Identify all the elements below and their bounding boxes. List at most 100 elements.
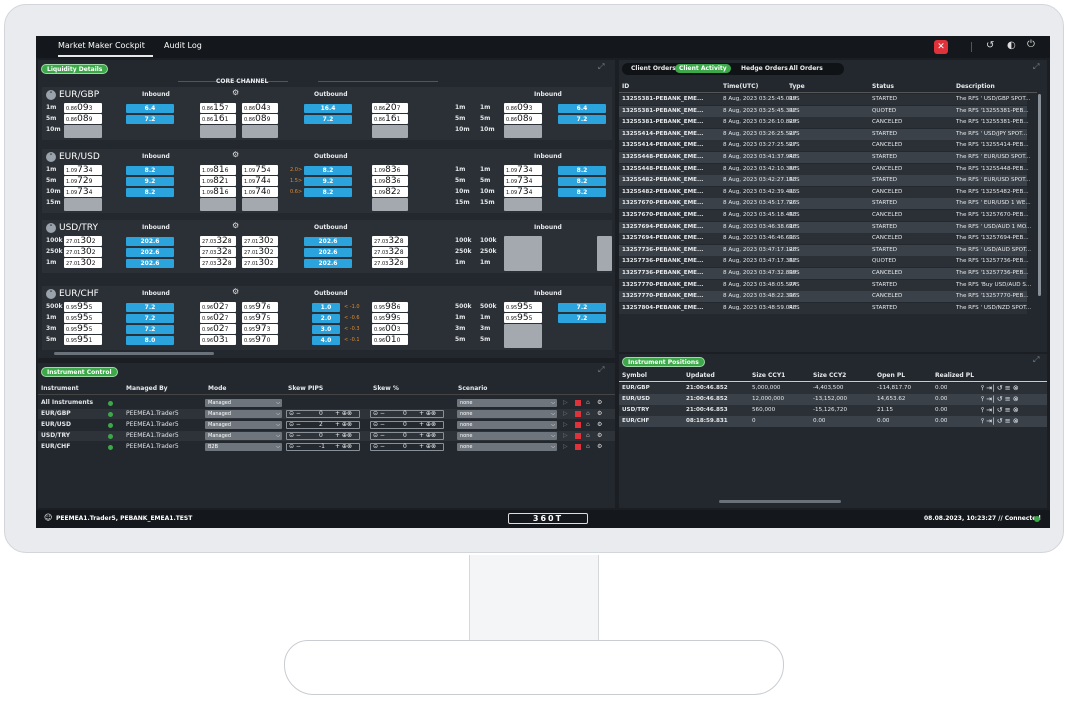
stop-icon[interactable] [575, 444, 581, 450]
outbound-volume-bar[interactable]: 9.2 [304, 177, 352, 186]
gear-icon[interactable]: ⚙ [597, 409, 602, 419]
inbound-volume-bar[interactable]: 8.2 [558, 177, 606, 186]
row-action-icons[interactable]: ⫯ ⇥| ↺ ≡ ⊗ [981, 394, 1019, 405]
row-action-icons[interactable]: ⫯ ⇥| ↺ ≡ ⊗ [981, 405, 1019, 416]
vertical-scrollbar[interactable] [1038, 94, 1041, 296]
skew-stepper[interactable]: ⊝ − 0 + ⊕⊗ [370, 432, 444, 440]
play-icon[interactable]: ▷ [563, 398, 568, 408]
lock-icon[interactable]: ⌂ [586, 409, 590, 419]
skew-stepper[interactable]: ⊝ − 0 + ⊕⊗ [286, 432, 360, 440]
table-row[interactable]: 13257694-PEBANK_EME... 8 Aug, 2023 03:46:… [619, 221, 1031, 233]
mode-dropdown[interactable]: B2B [205, 443, 282, 451]
expand-icon[interactable]: ⤢ [1033, 355, 1039, 365]
inbound-volume-bar[interactable]: 8.2 [558, 188, 606, 197]
close-red-icon[interactable]: ✕ [934, 40, 948, 54]
inbound-volume-bar[interactable]: 8.2 [126, 166, 174, 175]
lock-icon[interactable]: ⌂ [586, 431, 590, 441]
inbound-volume-bar[interactable]: 6.4 [558, 104, 606, 113]
inbound-volume-bar[interactable]: 7.2 [126, 325, 174, 334]
minus-icon[interactable]: ⊝ − [289, 422, 301, 428]
mode-dropdown[interactable]: Managed [205, 432, 282, 440]
outbound-volume-bar[interactable]: 7.2 [304, 115, 352, 124]
play-icon[interactable]: ▷ [563, 420, 568, 430]
table-row[interactable]: 13255448-PEBANK_EME... 8 Aug, 2023 03:42:… [619, 163, 1029, 175]
settings-icon[interactable]: ⚙ [232, 88, 239, 97]
inbound-volume-bar[interactable]: 7.2 [126, 115, 174, 124]
outbound-volume-bar[interactable]: 202.6 [304, 259, 352, 268]
inbound-volume-bar[interactable]: 8.2 [126, 188, 174, 197]
contrast-icon[interactable]: ◐ [1007, 40, 1016, 51]
table-row[interactable]: 13257670-PEBANK_EME... 8 Aug, 2023 03:45:… [619, 198, 1031, 210]
pair-header[interactable]: ˄ EUR/GBP [46, 90, 99, 101]
settings-icon[interactable]: ⚙ [232, 150, 239, 159]
lock-icon[interactable]: ⌂ [586, 420, 590, 430]
tab-all-orders[interactable]: All Orders [789, 65, 823, 72]
skew-stepper[interactable]: ⊝ − 0 + ⊕⊗ [370, 421, 444, 429]
outbound-volume-bar[interactable]: 2.0 [312, 314, 340, 323]
play-icon[interactable]: ▷ [563, 431, 568, 441]
table-row[interactable]: 13257670-PEBANK_EME... 8 Aug, 2023 03:45:… [619, 210, 1029, 221]
outbound-volume-bar[interactable]: 4.0 [312, 336, 340, 345]
table-row[interactable]: 13255381-PEBANK_EME... 8 Aug, 2023 03:26:… [619, 117, 1029, 129]
collapse-icon[interactable]: ˄ [46, 152, 56, 162]
tab-audit-log[interactable]: Audit Log [164, 41, 202, 50]
row-action-icons[interactable]: ⫯ ⇥| ↺ ≡ ⊗ [981, 383, 1019, 394]
horizontal-scrollbar[interactable] [54, 352, 214, 355]
inbound-volume-bar[interactable]: 7.2 [558, 115, 606, 124]
history-icon[interactable]: ↺ [986, 40, 994, 51]
mode-dropdown[interactable]: Managed [205, 421, 282, 429]
outbound-volume-bar[interactable]: 16.4 [304, 104, 352, 113]
power-icon[interactable]: ⏻ [1027, 39, 1035, 50]
table-row[interactable]: 13257736-PEBANK_EME... 8 Aug, 2023 03:47:… [619, 268, 1029, 279]
inbound-volume-bar[interactable]: 7.2 [558, 314, 606, 323]
collapse-icon[interactable]: ˄ [46, 90, 56, 100]
mode-dropdown[interactable]: Managed [205, 410, 282, 418]
plus-icon[interactable]: + ⊕⊗ [419, 433, 436, 439]
tab-market-maker-cockpit[interactable]: Market Maker Cockpit [58, 41, 145, 50]
settings-icon[interactable]: ⚙ [232, 287, 239, 296]
outbound-volume-bar[interactable]: 8.2 [304, 166, 352, 175]
inbound-volume-bar[interactable]: 202.6 [126, 259, 174, 268]
table-row[interactable]: 13257736-PEBANK_EME... 8 Aug, 2023 03:47:… [619, 256, 1029, 268]
minus-icon[interactable]: ⊝ − [373, 411, 385, 417]
inbound-volume-bar[interactable]: 8.0 [126, 336, 174, 345]
skew-stepper[interactable]: ⊝ − 0 + ⊕⊗ [286, 410, 360, 418]
stop-icon[interactable] [575, 422, 581, 428]
tab-hedge-orders[interactable]: Hedge Orders [741, 65, 788, 72]
expand-icon[interactable]: ⤢ [598, 365, 604, 375]
minus-icon[interactable]: ⊝ − [373, 444, 385, 450]
scenario-dropdown[interactable]: none [457, 399, 557, 407]
minus-icon[interactable]: ⊝ − [289, 444, 301, 450]
gear-icon[interactable]: ⚙ [597, 431, 602, 441]
table-row[interactable]: 13257694-PEBANK_EME... 8 Aug, 2023 03:46:… [619, 233, 1029, 245]
collapse-icon[interactable]: ˄ [46, 289, 56, 299]
table-row[interactable]: 13255482-PEBANK_EME... 8 Aug, 2023 03:42:… [619, 175, 1030, 187]
expand-icon[interactable]: ⤢ [598, 62, 604, 72]
play-icon[interactable]: ▷ [563, 442, 568, 452]
lock-icon[interactable]: ⌂ [586, 398, 590, 408]
table-row[interactable]: 13255414-PEBANK_EME... 8 Aug, 2023 03:26:… [619, 128, 1027, 140]
outbound-volume-bar[interactable]: 3.0 [312, 325, 340, 334]
inbound-volume-bar[interactable]: 6.4 [126, 104, 174, 113]
plus-icon[interactable]: + ⊕⊗ [335, 411, 352, 417]
table-row[interactable]: 13255448-PEBANK_EME... 8 Aug, 2023 03:41:… [619, 152, 1030, 163]
scenario-dropdown[interactable]: none [457, 410, 557, 418]
tab-client-activity[interactable]: Client Activity [675, 64, 731, 73]
stop-icon[interactable] [575, 411, 581, 417]
table-row[interactable]: 13257804-PEBANK_EME... 8 Aug, 2023 03:48:… [619, 302, 1031, 314]
skew-stepper[interactable]: ⊝ − 0 + ⊕⊗ [370, 410, 444, 418]
plus-icon[interactable]: + ⊕⊗ [335, 444, 352, 450]
skew-stepper[interactable]: ⊝ − 2 + ⊕⊗ [286, 421, 360, 429]
inbound-volume-bar[interactable]: 7.2 [126, 303, 174, 312]
settings-icon[interactable]: ⚙ [232, 221, 239, 230]
inbound-volume-bar[interactable]: 202.6 [126, 248, 174, 257]
inbound-volume-bar[interactable]: 9.2 [126, 177, 174, 186]
gear-icon[interactable]: ⚙ [597, 420, 602, 430]
plus-icon[interactable]: + ⊕⊗ [419, 422, 436, 428]
plus-icon[interactable]: + ⊕⊗ [419, 444, 436, 450]
row-action-icons[interactable]: ⫯ ⇥| ↺ ≡ ⊗ [981, 416, 1019, 427]
plus-icon[interactable]: + ⊕⊗ [419, 411, 436, 417]
horizontal-scrollbar[interactable] [719, 500, 841, 503]
inbound-volume-bar[interactable]: 7.2 [558, 303, 606, 312]
inbound-volume-bar[interactable]: 7.2 [126, 314, 174, 323]
